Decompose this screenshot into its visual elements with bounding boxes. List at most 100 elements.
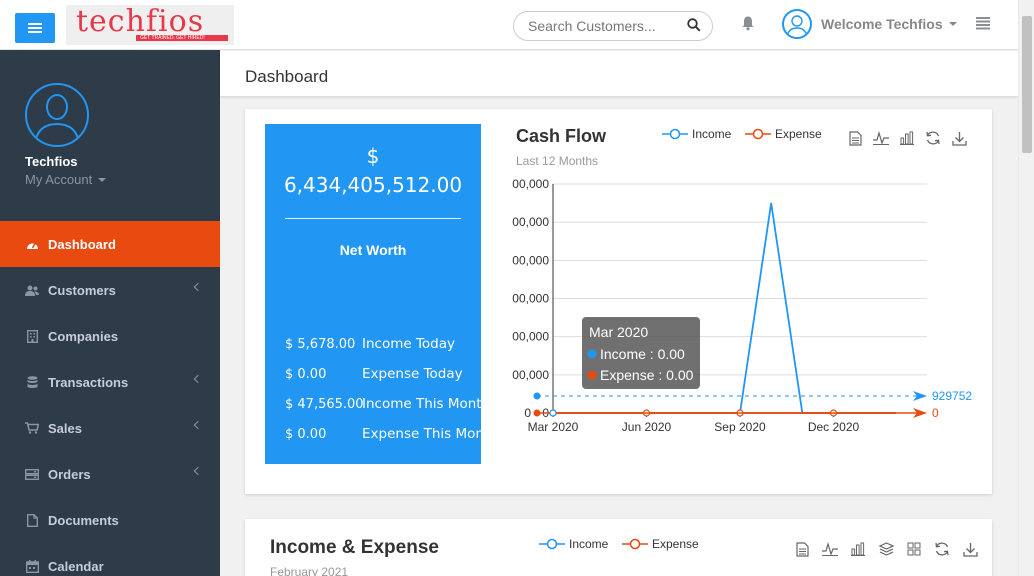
sidebar-nav: Dashboard Customers Companies Transactio… [0,221,220,576]
page-scrollbar[interactable] [1018,0,1034,576]
sidebar-item-label: Documents [48,512,119,528]
line-chart-icon [873,131,889,145]
income-markline-label: 929752 [932,389,972,403]
x-tick-label: Sep 2020 [714,420,766,434]
income-month-amount: $ 47,565.00 [285,397,364,412]
sidebar-item-companies[interactable]: Companies [0,313,220,359]
chevron-left-icon [193,466,203,476]
file-icon [25,513,39,527]
server-icon [25,467,39,481]
income-today-amount: $ 5,678.00 [285,337,356,352]
restore-button[interactable] [924,129,942,147]
sidebar-item-label: Transactions [48,374,129,390]
data-view-button[interactable] [846,129,864,147]
x-tick-label: Mar 2020 [528,420,579,434]
user-avatar[interactable] [782,9,812,39]
legend-expense[interactable]: Expense [745,127,822,141]
expense-today-row: $ 0.00 Expense Today [285,366,463,382]
database-icon [25,375,39,389]
cashflow-subtitle: Last 12 Months [516,154,599,168]
search-box [513,11,713,41]
sidebar-item-label: Companies [48,328,119,344]
y-tick-label: 00,000 [512,368,549,382]
profile-name: Techfios [25,154,78,169]
chevron-left-icon [193,282,203,292]
bar-chart-button[interactable] [898,129,916,147]
income-legend-icon [539,538,565,550]
income-hover-point [549,409,557,417]
sidebar-item-orders[interactable]: Orders [0,451,220,497]
net-worth-card: $ 6,434,405,512.00 Net Worth $ 5,678.00 I… [265,124,481,464]
stack-button[interactable] [877,540,895,558]
tooltip-expense: Expense : 0.00 [600,367,694,383]
chart-toolbox-2 [793,540,979,558]
expense-today-amount: $ 0.00 [285,367,327,382]
chevron-down-icon [948,22,957,26]
sidebar-item-label: Calendar [48,558,104,574]
save-image-button[interactable] [961,540,979,558]
sidebar-item-label: Sales [48,420,82,436]
y-tick-label: 00,000 [512,253,549,267]
brand-logo[interactable]: techfios GET TRAINED. GET HIRED! [66,5,234,45]
legend-expense-2[interactable]: Expense [622,537,699,551]
user-avatar-icon [786,15,808,37]
net-worth-currency: $ [366,144,380,168]
profile-avatar[interactable] [25,83,89,147]
bar-chart-icon [900,131,914,145]
line-chart-button[interactable] [821,540,839,558]
legend-income-label: Income [692,127,732,141]
search-input[interactable] [528,18,686,34]
expense-markline-start [533,409,541,417]
legend-income[interactable]: Income [662,127,731,141]
tiled-button[interactable] [905,540,923,558]
expense-legend-icon [622,538,648,550]
download-icon [962,542,978,557]
income-legend-icon [662,128,688,140]
list-settings-icon[interactable] [976,17,990,30]
my-account-dropdown[interactable]: My Account [25,172,107,187]
chevron-down-icon [98,177,107,182]
search-icon[interactable] [687,18,701,32]
tooltip-expense-dot [587,370,597,380]
sidebar-item-transactions[interactable]: Transactions [0,359,220,405]
tooltip-income: Income : 0.00 [600,346,685,362]
sidebar-item-customers[interactable]: Customers [0,267,220,313]
users-icon [25,283,39,297]
sidebar-item-dashboard[interactable]: Dashboard [0,221,220,267]
x-tick-label: Jun 2020 [622,420,672,434]
refresh-icon [926,131,940,145]
legend-income-2[interactable]: Income [539,537,608,551]
chart-toolbox [846,129,968,147]
page-title: Dashboard [245,67,329,86]
legend-income-label: Income [569,537,609,551]
save-image-button[interactable] [950,129,968,147]
bar-chart-button[interactable] [849,540,867,558]
menu-toggle-button[interactable] [15,13,55,43]
user-menu[interactable]: Welcome Techfios [821,16,957,32]
divider [285,218,461,219]
sidebar: Techfios My Account Dashboard Customers … [0,50,220,576]
data-view-icon [795,541,809,557]
expense-markline-label: 0 [932,406,939,420]
sidebar-item-calendar[interactable]: Calendar [0,543,220,576]
legend-expense-label: Expense [775,127,822,141]
tooltip-income-dot [587,349,597,359]
sidebar-item-documents[interactable]: Documents [0,497,220,543]
data-view-button[interactable] [793,540,811,558]
layers-icon [878,542,894,556]
scrollbar-thumb[interactable] [1022,16,1032,153]
tooltip-title: Mar 2020 [589,324,648,340]
sidebar-item-sales[interactable]: Sales [0,405,220,451]
income-month-row: $ 47,565.00Income This Month [285,396,481,412]
restore-button[interactable] [933,540,951,558]
line-chart-button[interactable] [872,129,890,147]
cashflow-chart[interactable]: 0 00,000 00,000 00,000 00,000 00,000 00,000 Mar… [500,169,980,439]
cart-icon [25,421,39,435]
net-worth-label: Net Worth [339,242,407,258]
sidebar-item-label: Dashboard [48,236,116,252]
download-icon [951,131,967,146]
expense-legend-icon [745,128,771,140]
bar-chart-icon [851,542,865,556]
income-today-label: Income Today [362,336,456,352]
bell-icon[interactable] [740,15,756,31]
